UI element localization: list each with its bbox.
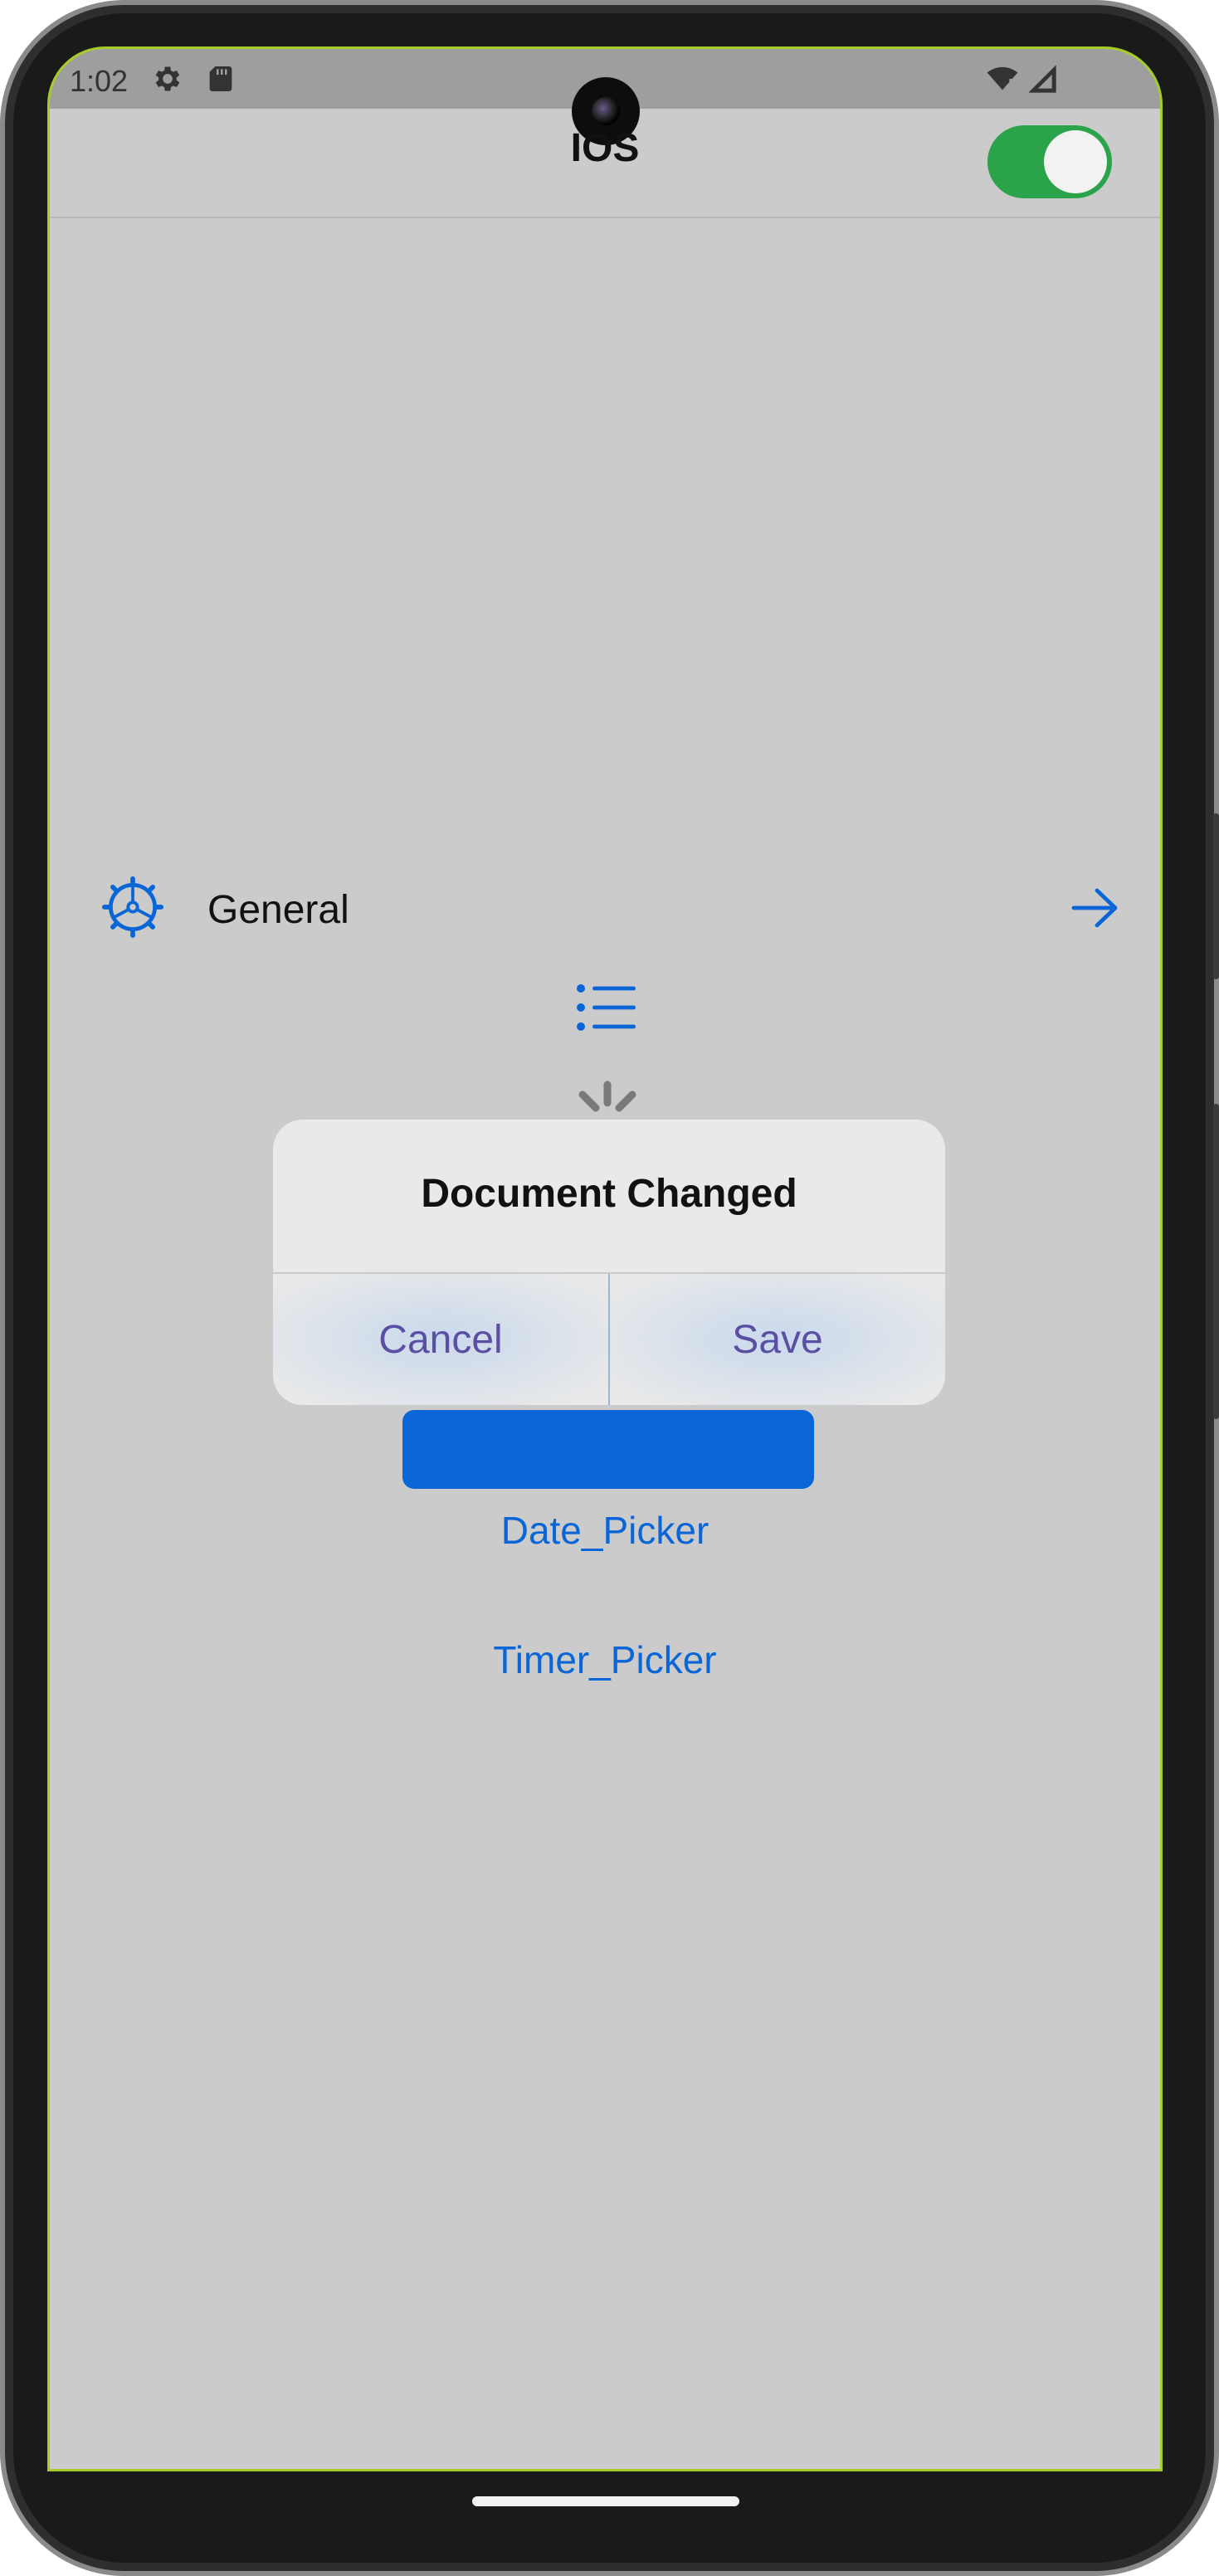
- arrow-right-icon: [1071, 888, 1118, 928]
- toggle-knob: [1044, 130, 1107, 193]
- date-picker-link[interactable]: Date_Picker: [50, 1508, 1160, 1553]
- home-indicator[interactable]: [472, 2496, 739, 2506]
- timer-picker-link[interactable]: Timer_Picker: [50, 1637, 1160, 1682]
- status-time: 1:02: [70, 64, 129, 98]
- list-item-general[interactable]: General: [50, 846, 1160, 970]
- volume-button: [1213, 813, 1219, 979]
- sd-card-icon: [209, 66, 232, 91]
- power-button: [1213, 1104, 1219, 1419]
- dialog-title: Document Changed: [421, 1172, 797, 1216]
- signal-icon: [1028, 65, 1056, 93]
- theme-toggle-switch[interactable]: [987, 125, 1112, 198]
- dialog-button-divider: [608, 1274, 610, 1405]
- list-icon: [577, 984, 636, 1031]
- screen: 1:02 IOS General Date_Picker Timer_Picke…: [47, 46, 1163, 2471]
- wifi-icon: [987, 66, 1018, 90]
- primary-button[interactable]: [402, 1410, 814, 1489]
- gear-icon: [101, 876, 164, 939]
- general-label: General: [207, 888, 349, 932]
- save-button[interactable]: Save: [610, 1274, 945, 1405]
- cancel-button[interactable]: Cancel: [273, 1274, 608, 1405]
- document-changed-dialog: Document Changed Cancel Save: [273, 1120, 945, 1405]
- gear-icon: [155, 66, 180, 91]
